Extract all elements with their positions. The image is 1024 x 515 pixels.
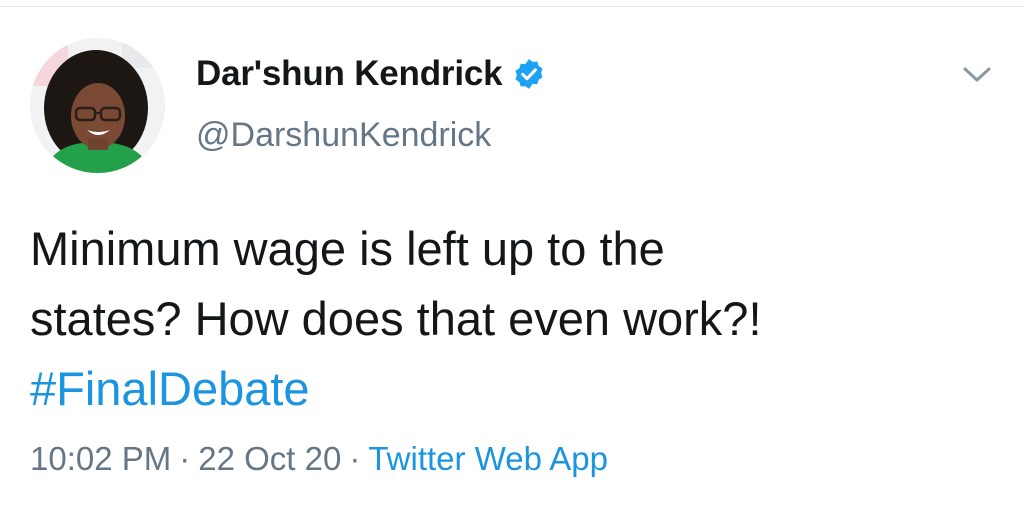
author-display-name[interactable]: Dar'shun Kendrick [196,54,503,94]
profile-photo [30,38,165,173]
hashtag-link[interactable]: #FinalDebate [30,354,990,424]
tweet-date[interactable]: 22 Oct 20 [198,440,341,477]
tweet-source-link[interactable]: Twitter Web App [368,440,608,477]
tweet-text-line-2: states? How does that even work?! [30,292,762,345]
verified-badge-icon [512,57,546,91]
meta-separator: · [349,440,361,477]
top-divider [0,0,1024,7]
tweet-text-line-1: Minimum wage is left up to the [30,222,665,275]
meta-separator: · [179,440,191,477]
chevron-down-icon[interactable] [960,60,994,90]
tweet-time[interactable]: 10:02 PM [30,440,171,477]
avatar[interactable] [30,38,165,173]
tweet-meta: 10:02 PM · 22 Oct 20 · Twitter Web App [30,440,608,478]
author-handle[interactable]: @DarshunKendrick [196,116,491,155]
tweet-text: Minimum wage is left up to the states? H… [30,214,990,424]
author-name-row[interactable]: Dar'shun Kendrick [196,52,546,96]
